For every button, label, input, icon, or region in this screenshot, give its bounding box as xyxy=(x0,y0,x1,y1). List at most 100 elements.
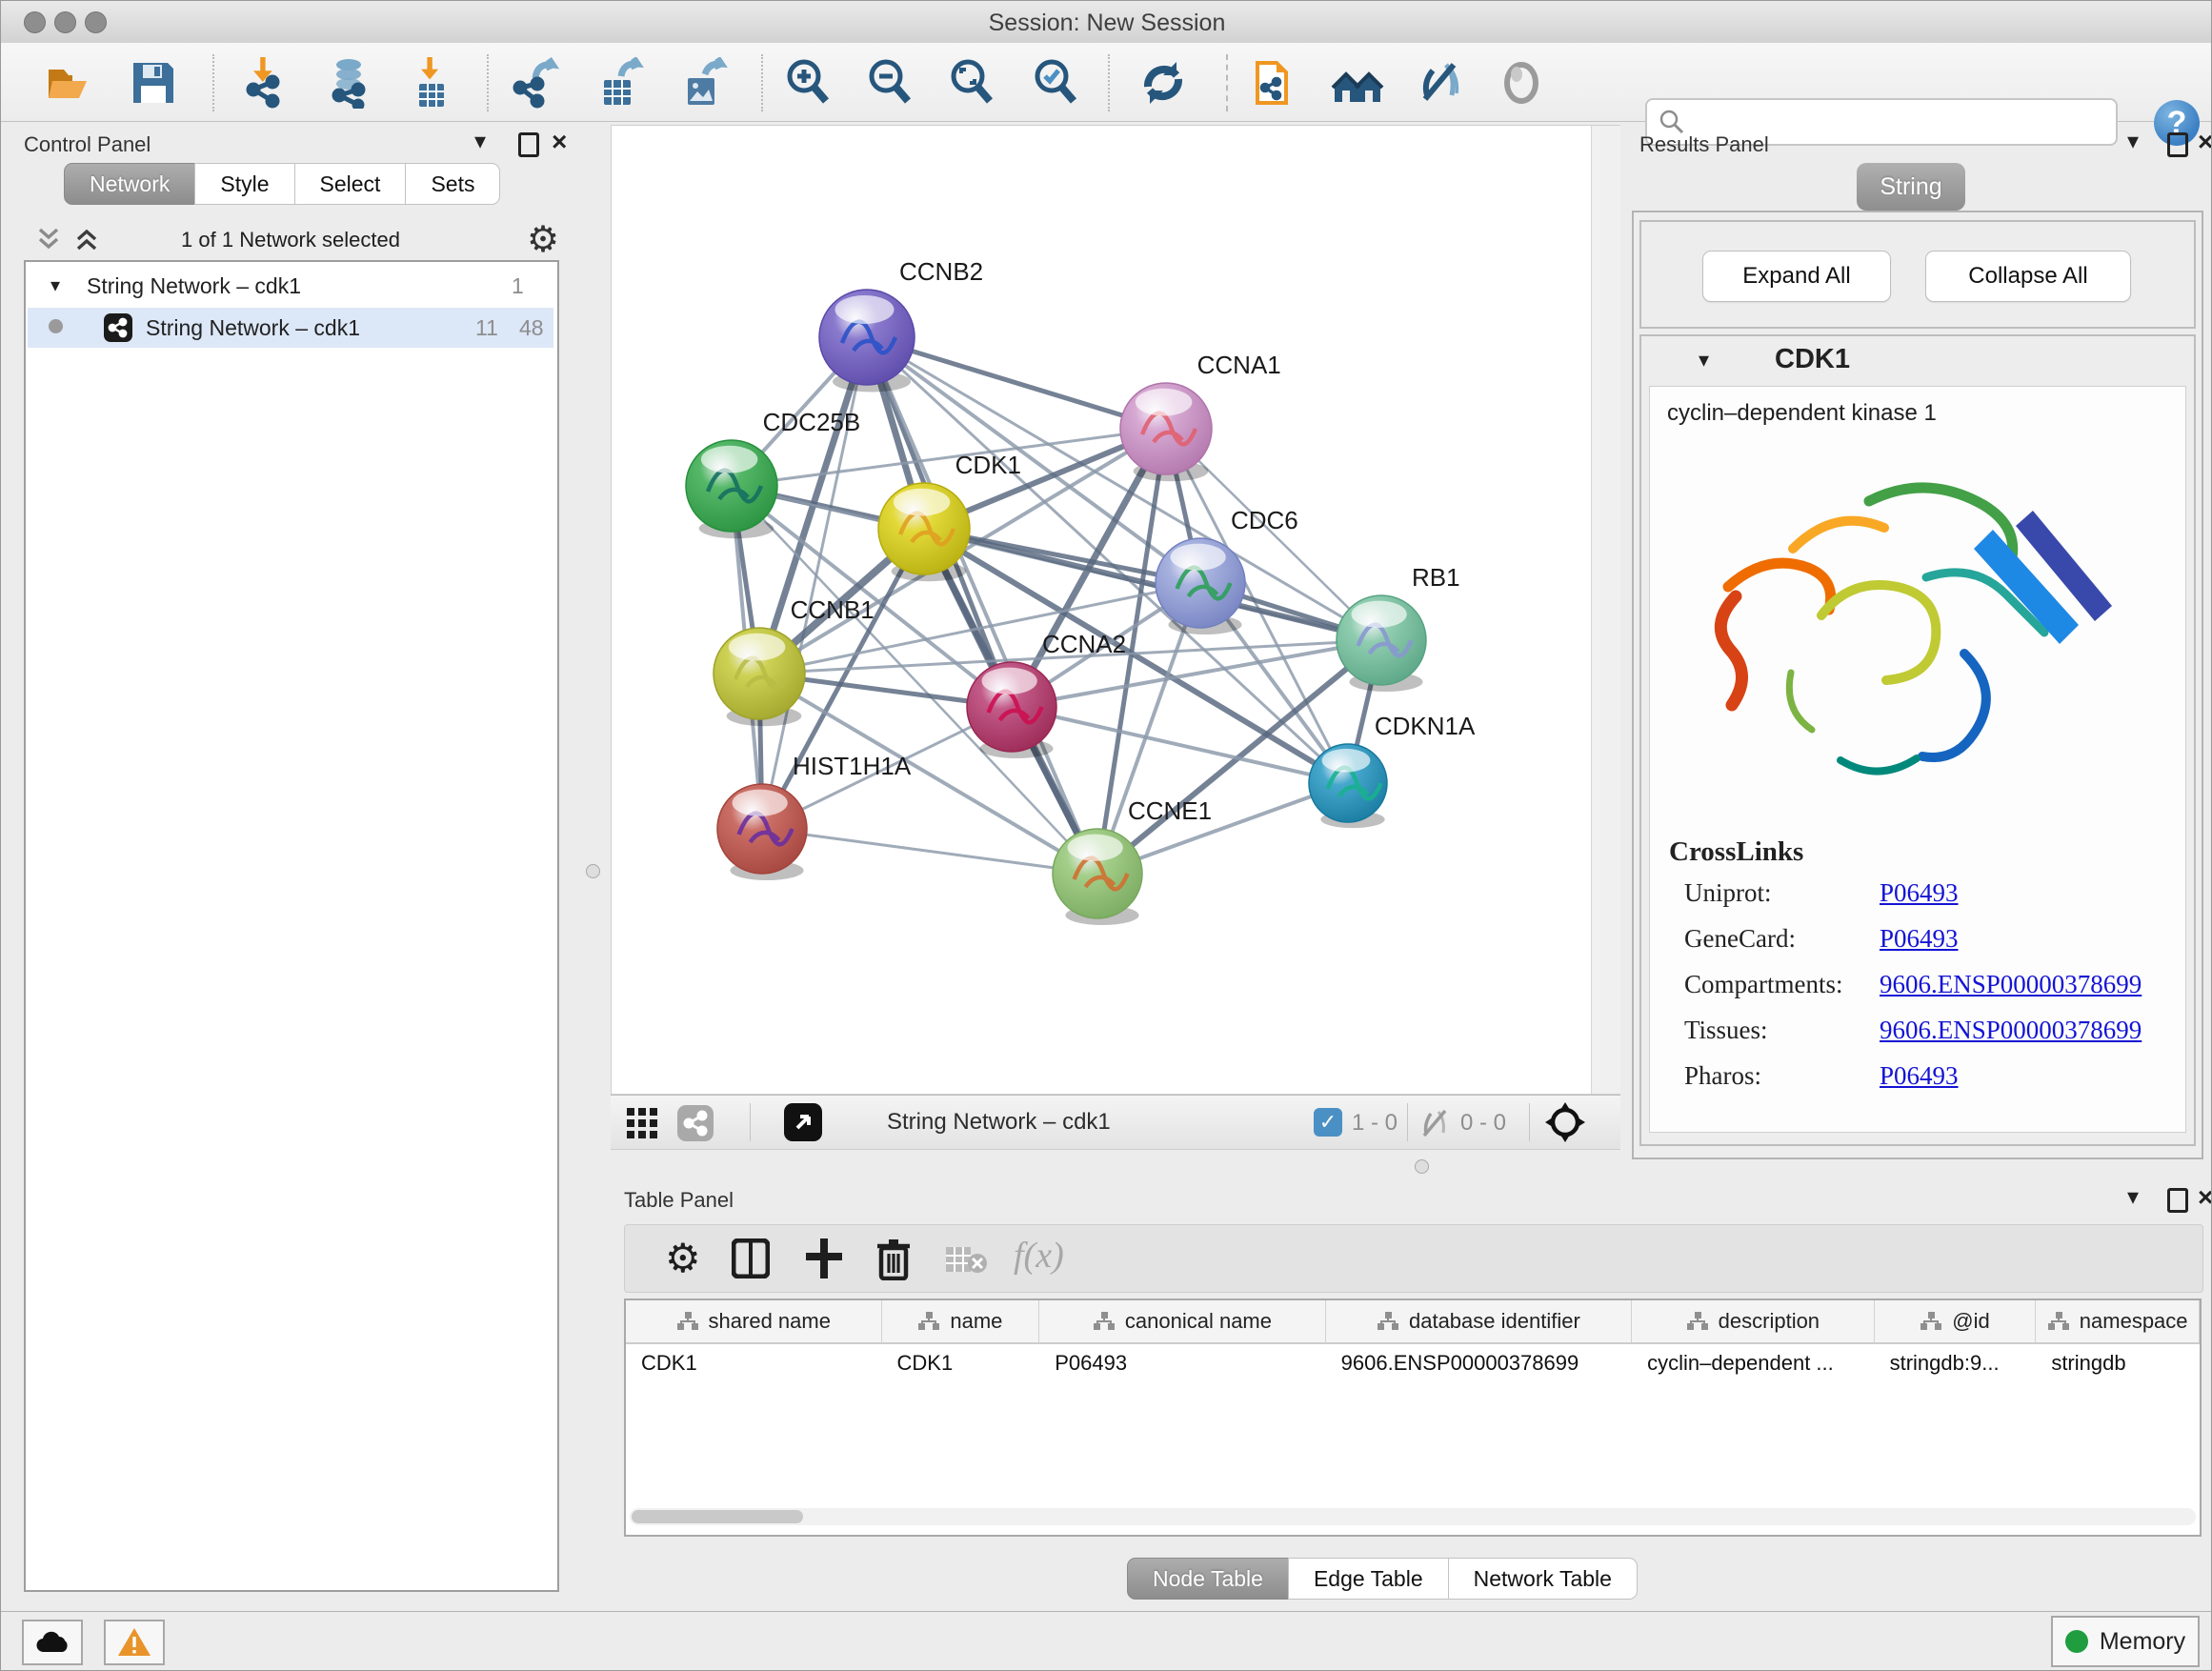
network-view[interactable]: CCNB2CCNA1CDC25BCDK1CDC6RB1CCNB1CCNA2CDK… xyxy=(611,125,1620,1095)
table-h-scrollbar-thumb[interactable] xyxy=(632,1510,803,1523)
column-header--id[interactable]: @id xyxy=(1875,1300,2037,1342)
memory-button[interactable]: Memory xyxy=(2051,1616,2200,1667)
network-list-header: 1 of 1 Network selected ⚙ xyxy=(24,218,557,260)
warning-button[interactable] xyxy=(104,1620,165,1665)
selected-checkbox[interactable]: ✓ xyxy=(1314,1108,1342,1137)
string-home-button[interactable] xyxy=(1331,56,1384,110)
zoom-selected-button[interactable] xyxy=(1030,56,1083,110)
control-panel-close-icon[interactable]: × xyxy=(552,129,567,155)
table-cell[interactable]: cyclin–dependent ... xyxy=(1632,1344,1875,1382)
zoom-fit-icon xyxy=(947,57,998,109)
expand-all-button[interactable]: Expand All xyxy=(1702,251,1891,302)
import-network-button[interactable] xyxy=(239,56,292,110)
tab-node-table[interactable]: Node Table xyxy=(1127,1558,1289,1600)
import-database-button[interactable] xyxy=(323,56,376,110)
results-panel-float-icon[interactable] xyxy=(2167,132,2188,157)
left-splitter-handle[interactable] xyxy=(586,864,600,878)
share-icon[interactable] xyxy=(677,1105,714,1141)
table-cell[interactable]: stringdb xyxy=(2036,1344,2200,1382)
crosslink-value-link[interactable]: 9606.ENSP00000378699 xyxy=(1880,1016,2142,1045)
node-label-CDC25B: CDC25B xyxy=(763,408,861,436)
node-CCNE1[interactable]: CCNE1 xyxy=(1053,796,1212,925)
tree-expander-icon[interactable]: ▾ xyxy=(50,273,60,297)
edge-HIST1H1A-CCNE1[interactable] xyxy=(762,829,1097,874)
edge-CCNB2-CCNE1[interactable] xyxy=(867,337,1097,874)
tab-network[interactable]: Network xyxy=(64,163,195,205)
table-cell[interactable]: stringdb:9... xyxy=(1875,1344,2037,1382)
crosshair-icon[interactable] xyxy=(1544,1101,1586,1143)
results-panel-close-icon[interactable]: × xyxy=(2198,129,2212,155)
column-header-name[interactable]: name xyxy=(882,1300,1040,1342)
control-panel-collapse-icon[interactable]: ▾ xyxy=(474,131,486,153)
table-cell[interactable]: P06493 xyxy=(1039,1344,1325,1382)
results-panel-collapse-icon[interactable]: ▾ xyxy=(2127,131,2139,153)
eye-button[interactable] xyxy=(1495,56,1548,110)
entry-expander-icon[interactable]: ▾ xyxy=(1699,348,1709,372)
import-database-icon xyxy=(324,57,375,109)
node-CDKN1A[interactable]: CDKN1A xyxy=(1309,712,1476,828)
tab-style[interactable]: Style xyxy=(194,163,294,205)
zoom-fit-button[interactable] xyxy=(946,56,999,110)
table-options-gear-icon[interactable]: ⚙ xyxy=(665,1238,701,1278)
node-CCNB2[interactable]: CCNB2 xyxy=(819,257,983,393)
table-cell[interactable]: 9606.ENSP00000378699 xyxy=(1326,1344,1632,1382)
cloud-button[interactable] xyxy=(22,1620,83,1665)
crosslink-value-link[interactable]: 9606.ENSP00000378699 xyxy=(1880,970,2142,999)
edge-CDK1-RB1[interactable] xyxy=(924,529,1381,640)
table-row[interactable]: CDK1CDK1P064939606.ENSP00000378699cyclin… xyxy=(626,1344,2200,1382)
status-bar: Memory xyxy=(1,1611,2212,1671)
add-column-icon[interactable] xyxy=(804,1237,844,1280)
column-header-canonical-name[interactable]: canonical name xyxy=(1039,1300,1325,1342)
session-file-button[interactable] xyxy=(1247,56,1300,110)
title-bar: Session: New Session xyxy=(1,1,2212,44)
crosslink-value-link[interactable]: P06493 xyxy=(1880,878,1959,908)
tab-select[interactable]: Select xyxy=(294,163,407,205)
columns-icon[interactable] xyxy=(732,1238,770,1278)
column-header-description[interactable]: description xyxy=(1632,1300,1875,1342)
zoom-in-button[interactable] xyxy=(782,56,835,110)
tab-network-table[interactable]: Network Table xyxy=(1448,1558,1638,1600)
network-tree-root-row[interactable]: ▾ String Network – cdk1 1 xyxy=(26,268,557,306)
grid-icon[interactable] xyxy=(626,1107,658,1139)
export-table-button[interactable] xyxy=(592,56,645,110)
edge-CCNA2-CDKN1A[interactable] xyxy=(1012,707,1348,783)
network-options-gear-icon[interactable]: ⚙ xyxy=(527,222,559,258)
network-tree-child-row[interactable]: String Network – cdk1 11 48 xyxy=(28,308,553,348)
open-session-button[interactable] xyxy=(43,56,96,110)
node-label-CCNB1: CCNB1 xyxy=(791,595,875,624)
hide-glasses-button[interactable] xyxy=(1413,56,1466,110)
collapse-all-label: Collapse All xyxy=(1968,263,2087,290)
node-RB1[interactable]: RB1 xyxy=(1337,563,1460,692)
refresh-layout-button[interactable] xyxy=(1136,56,1190,110)
network-graph[interactable]: CCNB2CCNA1CDC25BCDK1CDC6RB1CCNB1CCNA2CDK… xyxy=(612,126,1619,1094)
crosslink-value-link[interactable]: P06493 xyxy=(1880,924,1959,954)
network-scrollbar[interactable] xyxy=(1591,126,1620,1094)
node-CDK1[interactable]: CDK1 xyxy=(878,451,1021,581)
export-image-button[interactable] xyxy=(675,56,729,110)
table-panel-float-icon[interactable] xyxy=(2167,1188,2188,1213)
table-panel-close-icon[interactable]: × xyxy=(2198,1184,2212,1211)
save-session-button[interactable] xyxy=(127,56,180,110)
detach-icon[interactable] xyxy=(784,1103,822,1141)
node-HIST1H1A[interactable]: HIST1H1A xyxy=(717,752,912,880)
crosslinks-list: Uniprot:P06493GeneCard:P06493Compartment… xyxy=(1684,878,2180,1107)
import-table-button[interactable] xyxy=(405,56,458,110)
table-h-scrollbar[interactable] xyxy=(630,1508,2196,1525)
export-network-button[interactable] xyxy=(508,56,561,110)
table-panel-collapse-icon[interactable]: ▾ xyxy=(2127,1186,2139,1209)
crosslink-value-link[interactable]: P06493 xyxy=(1880,1061,1959,1091)
horizontal-splitter-handle[interactable] xyxy=(1415,1159,1429,1174)
tab-edge-table[interactable]: Edge Table xyxy=(1288,1558,1449,1600)
column-header-namespace[interactable]: namespace xyxy=(2036,1300,2200,1342)
tab-string[interactable]: String xyxy=(1857,163,1965,211)
zoom-out-button[interactable] xyxy=(864,56,917,110)
control-panel-float-icon[interactable] xyxy=(518,132,539,157)
collapse-all-button[interactable]: Collapse All xyxy=(1925,251,2131,302)
column-header-shared-name[interactable]: shared name xyxy=(626,1300,882,1342)
tab-sets[interactable]: Sets xyxy=(405,163,500,205)
column-header-database-identifier[interactable]: database identifier xyxy=(1326,1300,1632,1342)
check-icon: ✓ xyxy=(1319,1110,1337,1134)
table-cell[interactable]: CDK1 xyxy=(882,1344,1040,1382)
trash-icon[interactable] xyxy=(875,1237,913,1280)
table-cell[interactable]: CDK1 xyxy=(626,1344,882,1382)
